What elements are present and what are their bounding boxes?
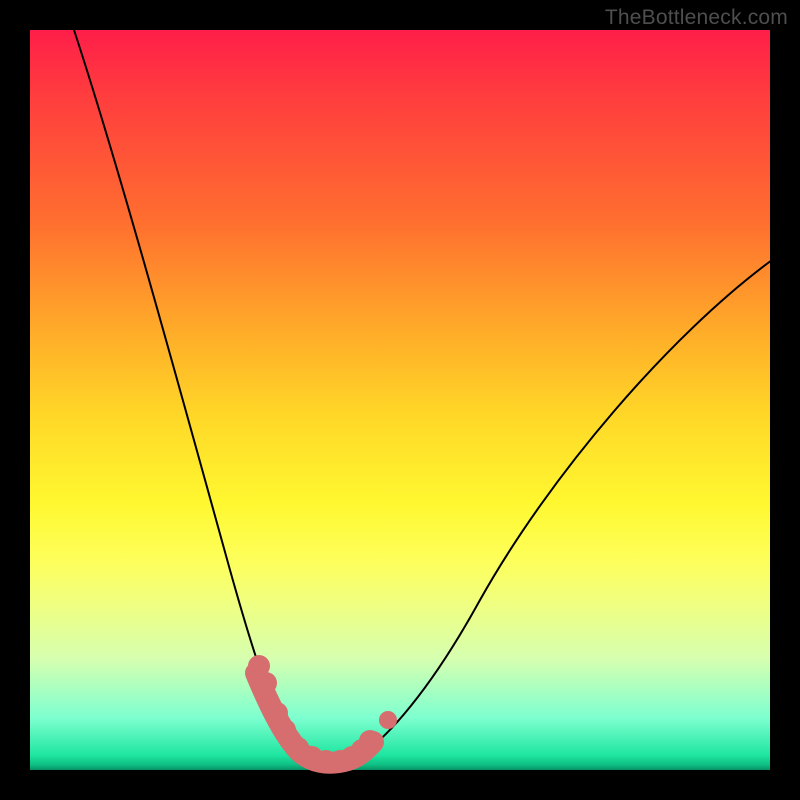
watermark-text: TheBottleneck.com <box>605 6 788 30</box>
curve-layer <box>30 30 770 770</box>
bottleneck-curve <box>74 30 772 763</box>
chart-frame: TheBottleneck.com <box>0 0 800 800</box>
plot-area <box>30 30 770 770</box>
